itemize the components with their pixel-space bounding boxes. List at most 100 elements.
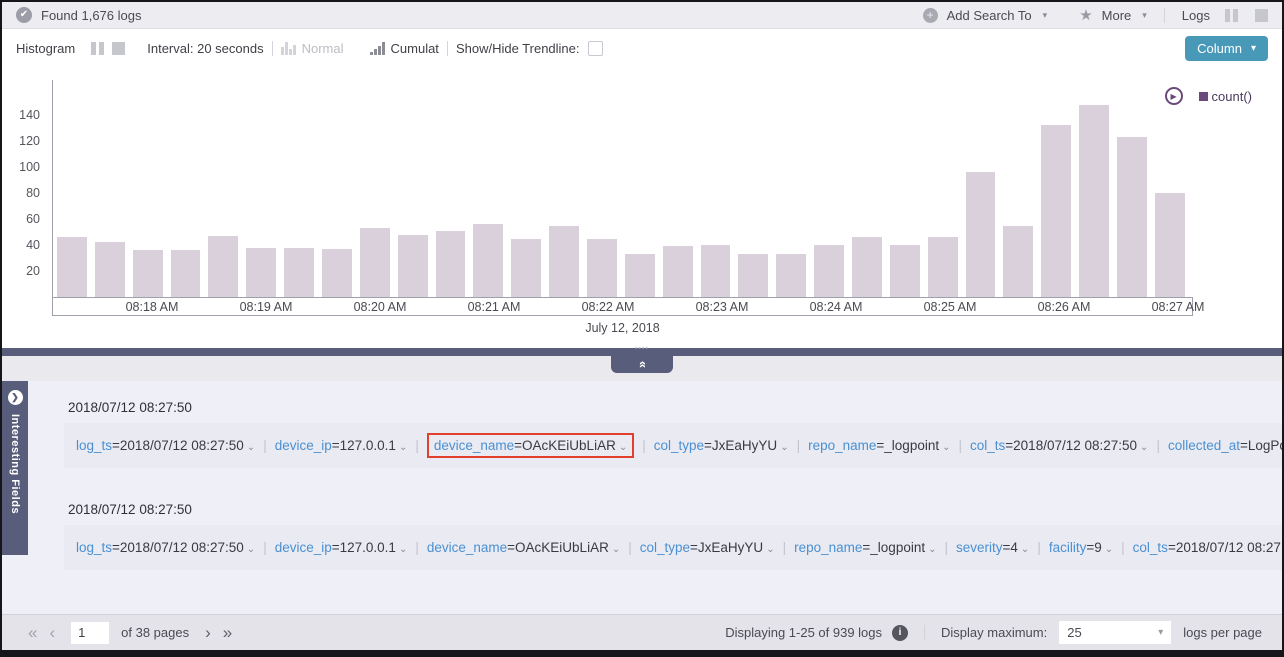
log-entries: 2018/07/12 08:27:50log_ts=2018/07/12 08:… [28,381,1282,614]
interesting-fields-sidebar[interactable]: ❯ Interesting Fields [2,381,28,555]
histogram-bar[interactable] [1079,105,1109,297]
field-dropdown-icon[interactable]: ⌄ [1140,442,1148,453]
field-dropdown-icon[interactable]: ⌄ [928,544,936,555]
double-chevron-up-icon: » [635,361,648,368]
field-dropdown-icon[interactable]: ⌄ [942,442,950,453]
cumulative-chart-icon[interactable] [370,42,385,55]
stop-icon[interactable] [1255,9,1268,22]
field-dropdown-icon[interactable]: ⌄ [1105,544,1113,555]
next-page-button[interactable]: › [199,624,217,641]
log-field-collected_at[interactable]: collected_at=LogPoint91⌄ [1168,438,1282,453]
field-dropdown-icon[interactable]: ⌄ [247,442,255,453]
histogram-bar[interactable] [549,226,579,298]
chevron-down-icon[interactable]: ▾ [1142,10,1147,21]
histogram-bar[interactable] [738,254,768,297]
histogram-bar[interactable] [360,228,390,297]
histogram-bar[interactable] [587,239,617,298]
histogram-bar[interactable] [890,245,920,297]
histogram-bar[interactable] [398,235,428,297]
trendline-checkbox[interactable] [588,41,603,56]
total-pages-label: of 38 pages [121,625,189,640]
log-field-device_name[interactable]: device_name=OAcKEiUbLiAR⌄ [427,540,620,555]
chevron-down-icon: ▾ [1158,627,1163,638]
log-field-repo_name[interactable]: repo_name=_logpoint⌄ [794,540,936,555]
histogram-bar[interactable] [1117,137,1147,297]
histogram-bar[interactable] [511,239,541,298]
log-field-log_ts[interactable]: log_ts=2018/07/12 08:27:50⌄ [76,540,255,555]
field-dropdown-icon[interactable]: ⌄ [619,442,627,453]
log-field-col_ts[interactable]: col_ts=2018/07/12 08:27:50⌄ [970,438,1148,453]
histogram-bar[interactable] [208,236,238,297]
histogram-bar[interactable] [1003,226,1033,298]
field-dropdown-icon[interactable]: ⌄ [766,544,774,555]
field-dropdown-icon[interactable]: ⌄ [1021,544,1029,555]
histogram-bar[interactable] [322,249,352,297]
y-tick-label: 20 [26,264,40,278]
log-field-col_ts[interactable]: col_ts=2018/07/12 08:27:50⌄ [1133,540,1282,555]
play-icon[interactable]: ▶ [1165,87,1183,105]
x-tick-label: 08:23 AM [696,300,749,314]
field-dropdown-icon[interactable]: ⌄ [247,544,255,555]
field-dropdown-icon[interactable]: ⌄ [399,544,407,555]
histogram-bar[interactable] [814,245,844,297]
histogram-bar[interactable] [1155,193,1185,297]
divider [924,625,925,640]
logs-panel: ❯ Interesting Fields 2018/07/12 08:27:50… [2,381,1282,614]
histogram-bar[interactable] [171,250,201,297]
panel-divider: •••• » [2,348,1282,356]
log-field-device_name[interactable]: device_name=OAcKEiUbLiAR⌄ [427,433,634,458]
log-field-facility[interactable]: facility=9⌄ [1049,540,1113,555]
log-field-col_type[interactable]: col_type=JxEaHyYU⌄ [640,540,775,555]
log-field-device_ip[interactable]: device_ip=127.0.0.1⌄ [275,438,408,453]
histogram-bar[interactable] [436,231,466,297]
divider [272,41,273,56]
log-entry: 2018/07/12 08:27:50log_ts=2018/07/12 08:… [64,502,1282,570]
collapse-chart-button[interactable]: » [611,356,673,373]
normal-chart-icon[interactable] [281,42,296,55]
chevron-right-circle-icon[interactable]: ❯ [8,390,23,405]
more-button[interactable]: More [1102,8,1132,23]
cumulative-mode-button[interactable]: Cumulat [391,41,439,56]
histogram-bar[interactable] [928,237,958,297]
display-maximum-label: Display maximum: [941,625,1047,640]
log-field-col_type[interactable]: col_type=JxEaHyYU⌄ [654,438,789,453]
y-tick-label: 80 [26,186,40,200]
display-maximum-select[interactable]: 25 ▾ [1059,621,1171,644]
histogram-bar[interactable] [284,248,314,297]
pause-icon[interactable] [1225,9,1238,22]
histogram-bar[interactable] [57,237,87,297]
field-separator: | [1156,438,1160,453]
normal-mode-button[interactable]: Normal [302,41,344,56]
log-field-repo_name[interactable]: repo_name=_logpoint⌄ [808,438,950,453]
previous-page-button[interactable]: ‹ [43,624,61,641]
pause-icon[interactable] [91,42,104,55]
log-field-device_ip[interactable]: device_ip=127.0.0.1⌄ [275,540,408,555]
column-dropdown-button[interactable]: Column ▾ [1185,36,1268,61]
histogram-bar[interactable] [701,245,731,297]
histogram-bar[interactable] [966,172,996,297]
first-page-button[interactable]: « [22,624,43,641]
field-dropdown-icon[interactable]: ⌄ [399,442,407,453]
histogram-bar[interactable] [776,254,806,297]
info-icon[interactable]: i [892,625,908,641]
log-field-log_ts[interactable]: log_ts=2018/07/12 08:27:50⌄ [76,438,255,453]
histogram-bar[interactable] [133,250,163,297]
histogram-bar[interactable] [663,246,693,297]
last-page-button[interactable]: » [217,624,238,641]
add-search-to-button[interactable]: Add Search To [947,8,1032,23]
chevron-down-icon[interactable]: ▾ [1043,10,1048,21]
x-tick-label: 08:22 AM [582,300,635,314]
log-field-severity[interactable]: severity=4⌄ [956,540,1029,555]
histogram-bar[interactable] [852,237,882,297]
histogram-bar[interactable] [473,224,503,297]
histogram-bar[interactable] [95,242,125,297]
stop-icon[interactable] [112,42,125,55]
field-dropdown-icon[interactable]: ⌄ [612,544,620,555]
x-axis: 08:18 AM08:19 AM08:20 AM08:21 AM08:22 AM… [52,297,1193,316]
log-entry: 2018/07/12 08:27:50log_ts=2018/07/12 08:… [64,400,1282,468]
page-number-input[interactable] [71,622,109,644]
field-dropdown-icon[interactable]: ⌄ [780,442,788,453]
histogram-bar[interactable] [246,248,276,297]
histogram-bar[interactable] [625,254,655,297]
histogram-bar[interactable] [1041,125,1071,297]
